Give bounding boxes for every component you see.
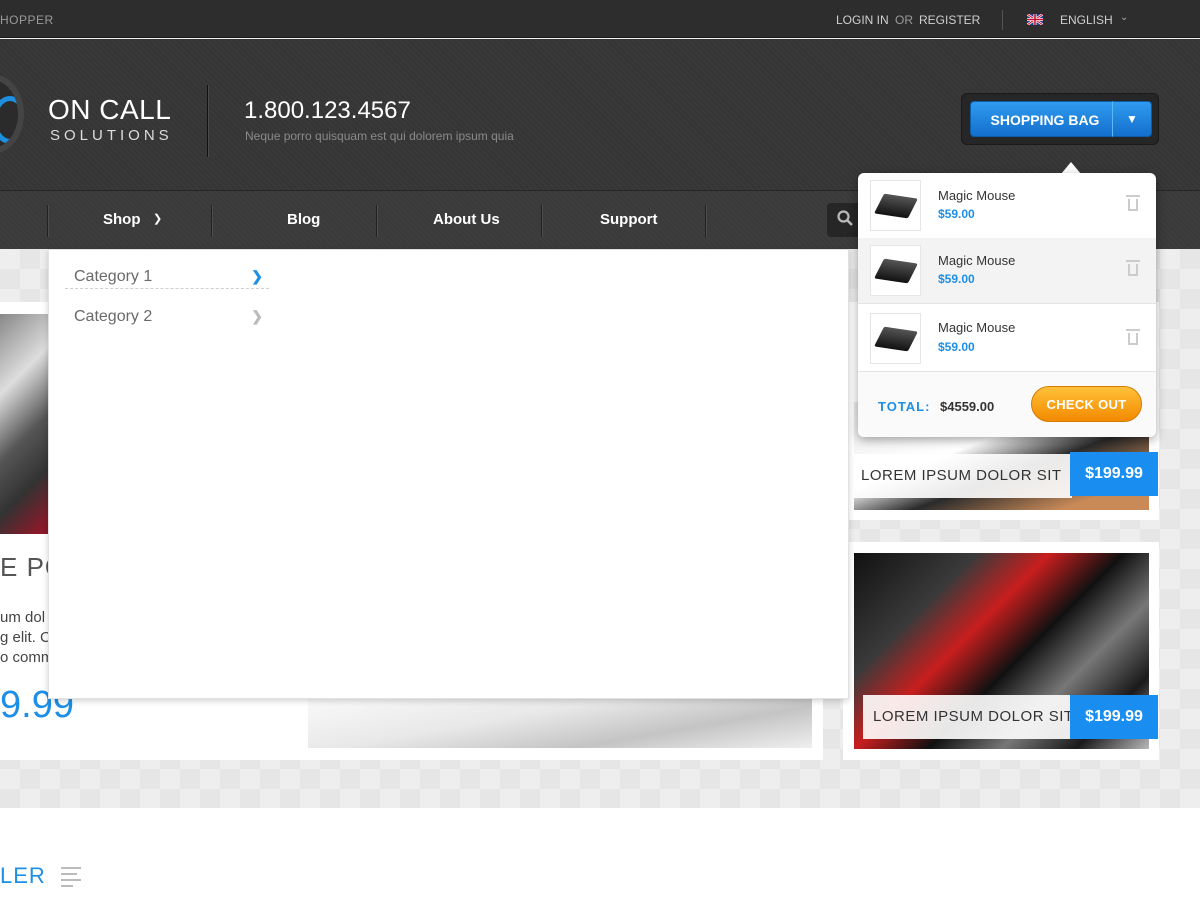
list-icon[interactable]: [61, 867, 81, 887]
product-price[interactable]: $199.99: [1070, 695, 1158, 739]
menu-item-category-1[interactable]: Category 1 ❯: [65, 250, 269, 289]
cart-item-name[interactable]: Magic Mouse: [938, 253, 1015, 268]
product-price[interactable]: $199.99: [1070, 452, 1158, 496]
brand-name: HOPPER: [0, 13, 54, 27]
cart-item[interactable]: Magic Mouse $59.00: [858, 304, 1156, 372]
cart-item-thumbnail[interactable]: [870, 245, 921, 296]
cart-item-price: $59.00: [938, 272, 975, 286]
chevron-right-icon: ❯: [251, 268, 263, 284]
shop-dropdown-menu: Category 1 ❯ Category 2 ❯: [48, 249, 849, 699]
featured-product-image[interactable]: [0, 314, 50, 534]
caret-down-icon[interactable]: ▼: [1112, 101, 1152, 137]
search-icon[interactable]: [837, 210, 853, 226]
language-selector[interactable]: ENGLISH: [1060, 13, 1113, 27]
nav-divider: [541, 205, 543, 237]
product-label[interactable]: LOREM IPSUM DOLOR SIT: [851, 454, 1072, 498]
checkout-button[interactable]: CHECK OUT: [1031, 386, 1142, 422]
cart-item[interactable]: Magic Mouse $59.00: [858, 238, 1156, 304]
cart-item-thumbnail[interactable]: [870, 180, 921, 231]
cart-footer: TOTAL: $4559.00 CHECK OUT: [858, 372, 1156, 437]
phone-number: 1.800.123.4567: [244, 97, 411, 124]
tagline: Neque porro quisquam est qui dolorem ips…: [245, 129, 514, 143]
logo-title[interactable]: ON CALL: [48, 94, 171, 126]
header-divider: [207, 85, 209, 157]
nav-divider: [211, 205, 213, 237]
nav-item-blog[interactable]: Blog: [287, 211, 320, 228]
product-label[interactable]: LOREM IPSUM DOLOR SIT: [863, 695, 1084, 739]
trash-icon[interactable]: [1126, 329, 1140, 345]
trash-icon[interactable]: [1126, 195, 1140, 211]
category-label: Category 1: [74, 268, 153, 285]
nav-divider: [376, 205, 378, 237]
or-text: OR: [895, 13, 913, 27]
trash-icon[interactable]: [1126, 260, 1140, 276]
nav-item-shop[interactable]: Shop: [103, 211, 141, 228]
cart-item-price: $59.00: [938, 207, 975, 221]
nav-item-about-us[interactable]: About Us: [433, 211, 500, 228]
cart-total-value: $4559.00: [940, 399, 995, 414]
featured-secondary-image: [308, 698, 812, 748]
nav-divider: [705, 205, 707, 237]
topbar-divider: [1002, 10, 1003, 30]
logo-icon[interactable]: [0, 74, 24, 154]
chevron-right-icon: ❯: [251, 308, 263, 324]
cart-item-name[interactable]: Magic Mouse: [938, 320, 1015, 335]
category-label: Category 2: [74, 308, 153, 325]
cart-item-price: $59.00: [938, 340, 975, 354]
shopping-bag-container: SHOPPING BAG ▼: [961, 93, 1159, 145]
cart-item-name[interactable]: Magic Mouse: [938, 188, 1015, 203]
nav-divider: [47, 205, 49, 237]
shopping-bag-button[interactable]: SHOPPING BAG: [970, 101, 1120, 137]
menu-item-category-2[interactable]: Category 2 ❯: [65, 290, 269, 329]
login-link[interactable]: LOGIN IN: [836, 13, 889, 27]
section-title: LER: [0, 863, 46, 888]
uk-flag-icon[interactable]: [1027, 14, 1043, 25]
lower-section: LER: [0, 808, 1200, 900]
top-bar: HOPPER LOGIN IN OR REGISTER ENGLISH ⌄: [0, 0, 1200, 38]
cart-total-label: TOTAL:: [878, 399, 931, 414]
logo-subtitle: SOLUTIONS: [50, 127, 173, 144]
cart-popup: Magic Mouse $59.00 Magic Mouse $59.00 Ma…: [858, 173, 1156, 437]
nav-item-support[interactable]: Support: [600, 211, 658, 228]
cart-item[interactable]: Magic Mouse $59.00: [858, 173, 1156, 239]
site-header: ON CALL SOLUTIONS 1.800.123.4567 Neque p…: [0, 39, 1200, 191]
register-link[interactable]: REGISTER: [919, 13, 980, 27]
chevron-down-icon[interactable]: ⌄: [1120, 12, 1128, 23]
cart-item-thumbnail[interactable]: [870, 313, 921, 364]
product-card[interactable]: LOREM IPSUM DOLOR SIT $199.99: [843, 542, 1159, 760]
chevron-down-icon[interactable]: ❯: [153, 212, 162, 225]
